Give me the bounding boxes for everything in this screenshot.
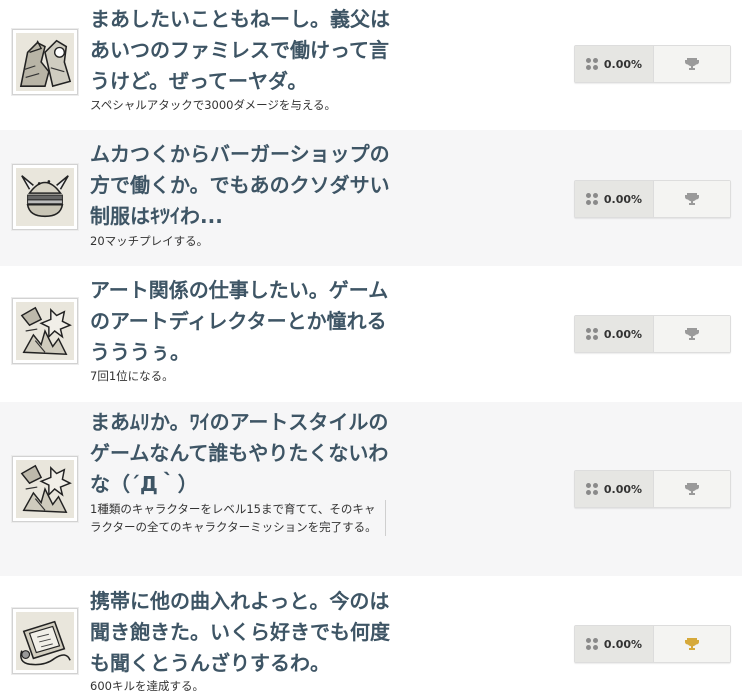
players-icon <box>585 483 598 495</box>
achievement-row: アート関係の仕事したい。ゲームのアートディレクターとか憧れるうううぅ。 7回1位… <box>0 266 742 402</box>
players-icon <box>585 193 598 205</box>
achievement-title: まあﾑﾘか。ﾜｲのアートスタイルのゲームなんて誰もやりたくないわな（´Д｀） <box>90 410 389 496</box>
achievement-stat[interactable]: 0.00% <box>574 315 731 353</box>
achievement-stat[interactable]: 0.00% <box>574 625 731 663</box>
achievement-stat[interactable]: 0.00% <box>574 180 731 218</box>
unlock-percent: 0.00% <box>575 626 654 662</box>
achievement-row: ムカつくからバーガーショップの方で働くか。でもあのクソダサい制服はｷﾂｲわ...… <box>0 130 742 266</box>
unlock-percent: 0.00% <box>575 316 654 352</box>
players-icon <box>585 638 598 650</box>
viking-burger-sketch-icon <box>12 164 78 230</box>
achievement-description: スペシャルアタックで3000ダメージを与える。 <box>90 98 337 112</box>
dog-cowboy-sketch-icon <box>12 29 78 95</box>
achievement-title: 携帯に他の曲入れよっと。今のは聞き飽きた。いくら好きでも何度も聞くとうんざりする… <box>90 589 390 675</box>
art-splash-sketch-icon <box>12 456 78 522</box>
percent-label: 0.00% <box>603 57 643 71</box>
achievement-row: まあﾑﾘか。ﾜｲのアートスタイルのゲームなんて誰もやりたくないわな（´Д｀） 1… <box>0 402 742 576</box>
trophy-icon <box>654 316 730 352</box>
art-splash-sketch-icon <box>12 298 78 364</box>
unlock-percent: 0.00% <box>575 181 654 217</box>
achievement-row: まあしたいこともねーし。義父はあいつのファミレスで働けって言うけど。ぜってーヤダ… <box>0 0 742 130</box>
achievement-description: 1種類のキャラクターをレベル15まで育てて、そのキャラクターの全てのキャラクター… <box>90 500 386 536</box>
phone-headphones-sketch-icon <box>12 608 78 674</box>
achievement-stat[interactable]: 0.00% <box>574 45 731 83</box>
achievement-description: 20マッチプレイする。 <box>90 234 209 248</box>
achievement-row: 携帯に他の曲入れよっと。今のは聞き飽きた。いくら好きでも何度も聞くとうんざりする… <box>0 576 742 697</box>
unlock-percent: 0.00% <box>575 46 654 82</box>
achievement-stat[interactable]: 0.00% <box>574 470 731 508</box>
players-icon <box>585 328 598 340</box>
achievement-title: アート関係の仕事したい。ゲームのアートディレクターとか憧れるうううぅ。 <box>90 278 389 364</box>
trophy-icon <box>654 471 730 507</box>
achievement-description: 7回1位になる。 <box>90 369 174 383</box>
unlock-percent: 0.00% <box>575 471 654 507</box>
trophy-icon <box>654 46 730 82</box>
achievement-description: 600キルを達成する。 <box>90 679 204 693</box>
percent-label: 0.00% <box>603 327 643 341</box>
percent-label: 0.00% <box>603 192 643 206</box>
achievement-title: まあしたいこともねーし。義父はあいつのファミレスで働けって言うけど。ぜってーヤダ… <box>90 7 390 93</box>
trophy-icon <box>654 181 730 217</box>
percent-label: 0.00% <box>603 482 643 496</box>
achievement-list: まあしたいこともねーし。義父はあいつのファミレスで働けって言うけど。ぜってーヤダ… <box>0 0 742 697</box>
achievement-title: ムカつくからバーガーショップの方で働くか。でもあのクソダサい制服はｷﾂｲわ... <box>90 142 390 228</box>
trophy-icon <box>654 626 730 662</box>
percent-label: 0.00% <box>603 637 643 651</box>
players-icon <box>585 58 598 70</box>
